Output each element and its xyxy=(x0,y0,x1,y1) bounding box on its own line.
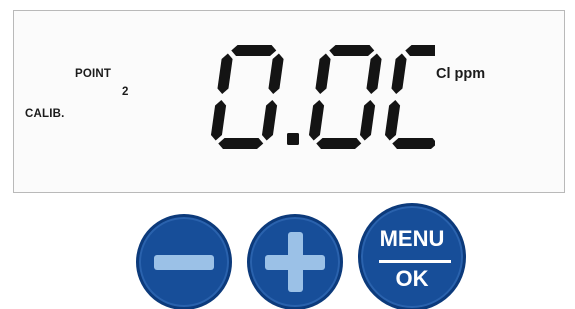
segment-d xyxy=(392,138,438,149)
minus-icon-bar xyxy=(154,255,214,270)
segment-c xyxy=(359,100,376,141)
segment-f xyxy=(391,53,407,94)
segment-e xyxy=(210,100,227,141)
minus-button[interactable] xyxy=(136,214,232,309)
segment-d xyxy=(316,138,362,149)
segment-f xyxy=(315,53,331,94)
digit-0 xyxy=(308,45,382,149)
decimal-point-segment xyxy=(287,133,299,145)
segment-a xyxy=(405,45,451,56)
digit-0 xyxy=(384,45,458,149)
segment-b xyxy=(268,53,284,94)
segment-e xyxy=(384,100,401,141)
ok-label: OK xyxy=(395,266,429,291)
segment-a xyxy=(329,45,375,56)
plus-button[interactable] xyxy=(247,214,343,309)
segment-d xyxy=(218,138,264,149)
digit-0 xyxy=(210,45,284,149)
point-label: POINT xyxy=(75,68,112,80)
menu-ok-divider xyxy=(379,260,451,263)
segment-c xyxy=(261,100,278,141)
menu-ok-button[interactable]: MENU OK xyxy=(358,203,466,309)
segment-f xyxy=(217,53,233,94)
segment-a xyxy=(231,45,277,56)
plus-icon-vertical-bar xyxy=(288,232,303,292)
segment-e xyxy=(308,100,325,141)
unit-label: Cl ppm xyxy=(436,66,486,82)
calib-label: CALIB. xyxy=(25,108,65,120)
reading-value: 0.00 xyxy=(205,39,458,162)
menu-label: MENU xyxy=(379,226,445,251)
seven-segment-reading xyxy=(210,45,458,149)
lcd-display: POINT 2 CALIB. 0.00 Cl ppm xyxy=(13,10,565,193)
segment-b xyxy=(366,53,382,94)
point-number: 2 xyxy=(122,86,129,98)
